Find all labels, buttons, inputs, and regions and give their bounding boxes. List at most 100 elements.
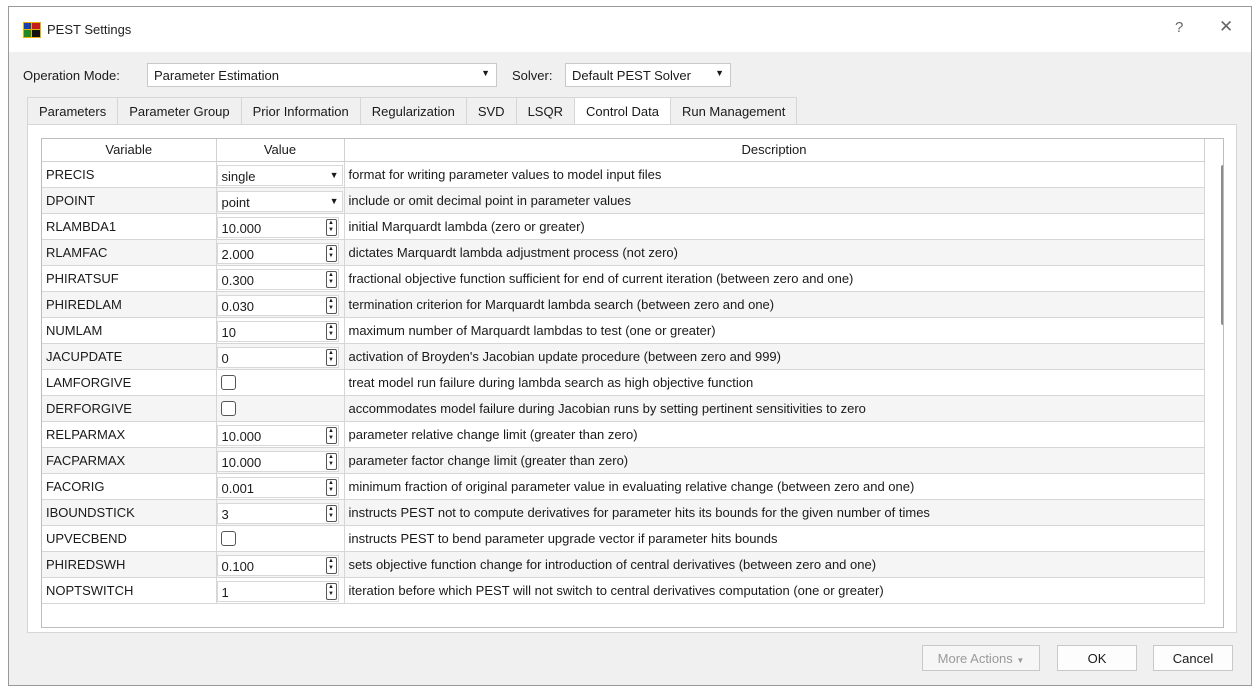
value-spinbox[interactable]: 0.001 ▲ ▼ [216, 476, 339, 498]
tab-parameters[interactable]: Parameters [27, 97, 119, 124]
variable-cell: UPVECBEND [42, 525, 217, 552]
column-header-variable[interactable]: Variable [42, 139, 217, 162]
spin-arrows-icon[interactable]: ▲ ▼ [325, 452, 337, 470]
variable-cell: PHIREDLAM [42, 291, 217, 318]
table-row: PRECIS single ▼ format for writing paramete… [42, 161, 1205, 188]
value-cell: 1 ▲ ▼ [216, 577, 345, 604]
description-cell: treat model run failure during lambda se… [344, 369, 1205, 396]
value-spinbox[interactable]: 1 ▲ ▼ [216, 580, 339, 602]
value-text: 0.030 [221, 298, 255, 314]
value-spinbox[interactable]: 0 ▲ ▼ [216, 346, 339, 368]
variable-cell: DERFORGIVE [42, 395, 217, 422]
description-cell: parameter factor change limit (greater t… [344, 447, 1205, 474]
tab-prior-information[interactable]: Prior Information [240, 97, 361, 124]
description-cell: maximum number of Marquardt lambdas to t… [344, 317, 1205, 344]
spin-arrows-icon[interactable]: ▲ ▼ [325, 244, 337, 262]
tab-lsqr[interactable]: LSQR [515, 97, 575, 124]
ok-button[interactable]: OK [1057, 645, 1137, 671]
value-cell: 10 ▲ ▼ [216, 317, 345, 344]
value-spinbox[interactable]: 0.300 ▲ ▼ [216, 268, 339, 290]
description-cell: instructs PEST not to compute derivative… [344, 499, 1205, 526]
value-text: 10.000 [221, 428, 262, 444]
tab-run-management[interactable]: Run Management [669, 97, 798, 124]
help-icon[interactable]: ? [1175, 19, 1183, 36]
table-row: UPVECBEND instructs PEST to bend paramete… [42, 525, 1205, 552]
table-row: FACORIG 0.001 ▲ ▼ minimum fraction of origin… [42, 473, 1205, 500]
operation-mode-value: Parameter Estimation [154, 68, 279, 83]
spin-arrows-icon[interactable]: ▲ ▼ [325, 504, 337, 522]
description-cell: activation of Broyden's Jacobian update … [344, 343, 1205, 370]
vertical-scrollbar[interactable] [1219, 139, 1223, 627]
description-cell: minimum fraction of original parameter v… [344, 473, 1205, 500]
value-spinbox[interactable]: 0.030 ▲ ▼ [216, 294, 339, 316]
variable-cell: PRECIS [42, 161, 217, 188]
table-row: PHIREDSWH 0.100 ▲ ▼ sets objective function … [42, 551, 1205, 578]
value-select[interactable]: single ▼ [216, 164, 343, 186]
description-cell: parameter relative change limit (greater… [344, 421, 1205, 448]
description-cell: instructs PEST to bend parameter upgrade… [344, 525, 1205, 552]
value-text: 0.100 [221, 558, 255, 574]
value-select[interactable]: point ▼ [216, 190, 343, 212]
description-cell: iteration before which PEST will not swi… [344, 577, 1205, 604]
operation-mode-select[interactable]: Parameter Estimation ▼ [147, 63, 497, 87]
value-text: 10 [221, 324, 236, 340]
settings-tabs: Parameters Parameter Group Prior Informati… [27, 97, 798, 125]
value-spinbox[interactable]: 10 ▲ ▼ [216, 320, 339, 342]
value-cell: 10.000 ▲ ▼ [216, 213, 345, 240]
variable-cell: LAMFORGIVE [42, 369, 217, 396]
table-header-row: Variable Value Description [42, 139, 1205, 162]
more-actions-label: More Actions [937, 651, 1013, 666]
more-actions-button[interactable]: More Actions ▼ [922, 645, 1040, 671]
cancel-button[interactable]: Cancel [1153, 645, 1233, 671]
value-cell: 0.001 ▲ ▼ [216, 473, 345, 500]
value-checkbox[interactable] [220, 400, 236, 416]
mode-bar: Operation Mode: Parameter Estimation ▼ S… [9, 62, 1251, 88]
solver-value: Default PEST Solver [572, 68, 691, 83]
tab-control-data[interactable]: Control Data [573, 97, 671, 125]
value-cell: single ▼ [216, 161, 345, 188]
value-spinbox[interactable]: 10.000 ▲ ▼ [216, 424, 339, 446]
control-data-panel: Variable Value Description PRECIS single ▼… [27, 124, 1237, 633]
table-row: RELPARMAX 10.000 ▲ ▼ parameter relative chan… [42, 421, 1205, 448]
tab-parameter-group[interactable]: Parameter Group [117, 97, 242, 124]
spin-arrows-icon[interactable]: ▲ ▼ [325, 270, 337, 288]
spin-arrows-icon[interactable]: ▲ ▼ [325, 426, 337, 444]
title-bar: PEST Settings ? ✕ [9, 7, 1251, 52]
value-text: 3 [221, 506, 229, 522]
column-header-description[interactable]: Description [344, 139, 1205, 162]
description-cell: fractional objective function sufficient… [344, 265, 1205, 292]
table-row: DERFORGIVE accommodates model failure dur… [42, 395, 1205, 422]
variable-cell: RLAMBDA1 [42, 213, 217, 240]
spin-arrows-icon[interactable]: ▲ ▼ [325, 478, 337, 496]
spin-arrows-icon[interactable]: ▲ ▼ [325, 582, 337, 600]
table-row: LAMFORGIVE treat model run failure during… [42, 369, 1205, 396]
spin-arrows-icon[interactable]: ▲ ▼ [325, 296, 337, 314]
tab-regularization[interactable]: Regularization [359, 97, 467, 124]
spin-arrows-icon[interactable]: ▲ ▼ [325, 348, 337, 366]
value-cell [216, 395, 345, 422]
value-cell: 10.000 ▲ ▼ [216, 447, 345, 474]
value-spinbox[interactable]: 2.000 ▲ ▼ [216, 242, 339, 264]
variable-cell: PHIREDSWH [42, 551, 217, 578]
value-spinbox[interactable]: 10.000 ▲ ▼ [216, 216, 339, 238]
value-checkbox[interactable] [220, 530, 236, 546]
value-text: 2.000 [221, 246, 255, 262]
close-icon[interactable]: ✕ [1219, 17, 1233, 37]
table-row: PHIRATSUF 0.300 ▲ ▼ fractional objective fun… [42, 265, 1205, 292]
spin-arrows-icon[interactable]: ▲ ▼ [325, 556, 337, 574]
value-spinbox[interactable]: 0.100 ▲ ▼ [216, 554, 339, 576]
scrollbar-thumb[interactable] [1221, 165, 1223, 325]
spin-arrows-icon[interactable]: ▲ ▼ [325, 218, 337, 236]
value-cell: 3 ▲ ▼ [216, 499, 345, 526]
spin-arrows-icon[interactable]: ▲ ▼ [325, 322, 337, 340]
value-spinbox[interactable]: 3 ▲ ▼ [216, 502, 339, 524]
app-icon [23, 22, 41, 38]
value-cell: 2.000 ▲ ▼ [216, 239, 345, 266]
solver-select[interactable]: Default PEST Solver ▼ [565, 63, 731, 87]
tab-svd[interactable]: SVD [465, 97, 517, 124]
value-spinbox[interactable]: 10.000 ▲ ▼ [216, 450, 339, 472]
variable-cell: FACPARMAX [42, 447, 217, 474]
value-checkbox[interactable] [220, 374, 236, 390]
operation-mode-label: Operation Mode: [23, 68, 120, 83]
column-header-value[interactable]: Value [216, 139, 345, 162]
